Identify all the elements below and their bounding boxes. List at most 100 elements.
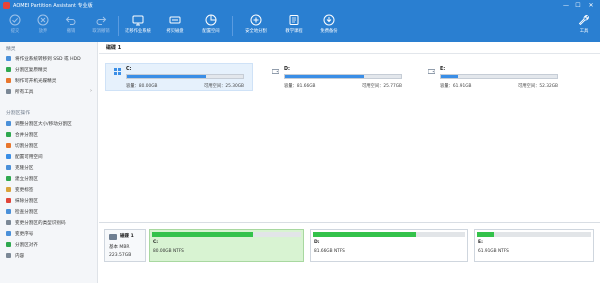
allocate-icon	[6, 154, 11, 159]
sidebar-item-label: 切割分割区	[15, 143, 38, 149]
sidebar-item-label: 所有工具	[15, 89, 34, 95]
bootable-media-icon	[6, 78, 11, 83]
hard-disk-icon	[109, 234, 117, 240]
secure-split-button[interactable]: 安全地分割	[238, 12, 274, 40]
drive-icon	[272, 69, 279, 74]
disk-type: 基本 MBR	[109, 245, 130, 250]
type-id-icon	[6, 220, 11, 225]
sidebar-item-wipe[interactable]: 抹除分割区	[6, 196, 96, 205]
sidebar-item-check[interactable]: 检查分割区	[6, 207, 96, 216]
submit-label: 提交	[10, 29, 20, 34]
diskmap-partition-d[interactable]: D: 81.66GB NTFS	[310, 229, 468, 262]
sidebar-item-label[interactable]: 变更标签	[6, 185, 96, 194]
undo-button[interactable]: 撤销	[58, 12, 84, 40]
copy-disk-icon	[169, 16, 181, 24]
partition-letter: E:	[478, 240, 483, 245]
partition-free: 可用空间：25.77GB	[361, 84, 402, 89]
sidebar-item-label: 合并分割区	[15, 132, 38, 138]
sidebar-item-create[interactable]: 建立分割区	[6, 174, 96, 183]
drive-icon	[428, 69, 435, 74]
usage-bar	[313, 232, 465, 237]
redo-icon	[96, 16, 107, 25]
sidebar-item-properties[interactable]: 内容	[6, 251, 96, 260]
sidebar-item-allocate[interactable]: 配置可用空间	[6, 152, 96, 161]
sidebar-item-partition-recovery[interactable]: 分割区复原精灵	[6, 65, 96, 74]
copy-disk-button[interactable]: 拷贝磁盘	[160, 12, 190, 40]
check-partition-icon	[6, 209, 11, 214]
sidebar-item-merge[interactable]: 合并分割区	[6, 130, 96, 139]
discard-button[interactable]: 放弃	[30, 12, 56, 40]
sidebar-item-resize[interactable]: 调整分割区大小/移动分割区	[6, 119, 96, 128]
tutorial-icon	[289, 15, 299, 25]
allocate-space-button[interactable]: 配置空间	[195, 12, 227, 40]
tutorial-button[interactable]: 教学课程	[278, 12, 310, 40]
clone-icon	[6, 165, 11, 170]
migrate-icon	[6, 56, 11, 61]
sidebar-item-serial[interactable]: 变更序号	[6, 229, 96, 238]
usage-fill	[441, 75, 459, 78]
resize-icon	[6, 121, 11, 126]
sidebar-item-type-id[interactable]: 变更分割区的类型识别码	[6, 218, 96, 227]
allocate-space-label: 配置空间	[202, 29, 220, 34]
app-title: AOMEI Partition Assistant 专业版	[13, 3, 93, 9]
usage-fill	[152, 232, 254, 237]
diskmap-partition-c[interactable]: C: 80.00GB NTFS	[149, 229, 304, 262]
minimize-button[interactable]: —	[562, 2, 570, 9]
sidebar-item-label: 检查分割区	[15, 209, 38, 215]
secure-split-label: 安全地分割	[245, 29, 267, 34]
partition-card-c[interactable]: C: 容量：80.00GB 可用空间：25.30GB	[105, 63, 253, 91]
top-bar: AOMEI Partition Assistant 专业版 — ☐ ✕ 提交 放…	[0, 0, 600, 42]
partition-card-e[interactable]: E: 容量：61.91GB 可用空间：52.32GB	[419, 63, 567, 91]
disk-size: 223.57GB	[109, 253, 132, 258]
partition-card-d[interactable]: D: 容量：81.66GB 可用空间：25.77GB	[263, 63, 411, 91]
discard-label: 放弃	[38, 29, 48, 34]
usage-fill	[313, 232, 417, 237]
sidebar-item-migrate-os[interactable]: 将作业系统转移到 SSD 或 HDD	[6, 54, 96, 63]
sidebar-item-label: 将作业系统转移到 SSD 或 HDD	[15, 56, 81, 62]
migrate-os-button[interactable]: 迁移作业系统	[120, 12, 156, 40]
free-backup-button[interactable]: 免费备份	[314, 12, 344, 40]
redo-button[interactable]: 取消撤销	[86, 12, 116, 40]
sidebar-item-label: 调整分割区大小/移动分割区	[15, 121, 72, 127]
partition-free: 可用空间：25.30GB	[203, 84, 244, 89]
usage-fill	[477, 232, 495, 237]
secure-split-icon	[250, 14, 262, 26]
sidebar-item-bootable-media[interactable]: 制作可开机光碟精灵	[6, 76, 96, 85]
split-icon	[6, 143, 11, 148]
toolbar-separator	[118, 16, 119, 36]
discard-icon	[37, 14, 49, 26]
serial-icon	[6, 231, 11, 236]
usage-fill	[127, 75, 206, 78]
migrate-os-icon	[132, 15, 144, 26]
usage-fill	[285, 75, 364, 78]
sidebar-item-clone[interactable]: 克隆分区	[6, 163, 96, 172]
disk-info-box[interactable]: 磁碟 1 基本 MBR 223.57GB	[104, 229, 146, 262]
free-backup-icon	[323, 14, 335, 26]
submit-button[interactable]: 提交	[2, 12, 28, 40]
partition-capacity: 容量：61.91GB	[440, 84, 472, 89]
usage-bar	[284, 74, 402, 79]
properties-icon	[6, 253, 11, 258]
sidebar-item-label: 制作可开机光碟精灵	[15, 78, 57, 84]
sidebar-item-label: 克隆分区	[15, 165, 34, 171]
partition-letter: C:	[126, 67, 132, 72]
title-bar: AOMEI Partition Assistant 专业版 — ☐ ✕	[0, 0, 600, 11]
tools-label: 工具	[579, 29, 589, 34]
sidebar-item-all-tools[interactable]: 所有工具 ›	[6, 87, 96, 96]
close-button[interactable]: ✕	[587, 2, 595, 9]
tools-button[interactable]: 工具	[572, 12, 596, 40]
wrench-icon	[578, 15, 589, 26]
sidebar-item-align[interactable]: 分割区对齐	[6, 240, 96, 249]
recovery-icon	[6, 67, 11, 72]
divider	[99, 53, 600, 54]
sidebar-item-label: 配置可用空间	[15, 154, 43, 160]
usage-bar	[152, 232, 301, 237]
maximize-button[interactable]: ☐	[574, 2, 582, 9]
toolbar: 提交 放弃 撤销 取消撤销 迁移作业系统 拷贝磁盘 配置空间 安全地分割 教学课…	[0, 12, 600, 40]
partition-letter: D:	[284, 67, 290, 72]
partition-info: 61.91GB NTFS	[478, 249, 509, 254]
sidebar-item-split[interactable]: 切割分割区	[6, 141, 96, 150]
align-icon	[6, 242, 11, 247]
migrate-os-label: 迁移作业系统	[125, 29, 151, 34]
diskmap-partition-e[interactable]: E: 61.91GB NTFS	[474, 229, 594, 262]
